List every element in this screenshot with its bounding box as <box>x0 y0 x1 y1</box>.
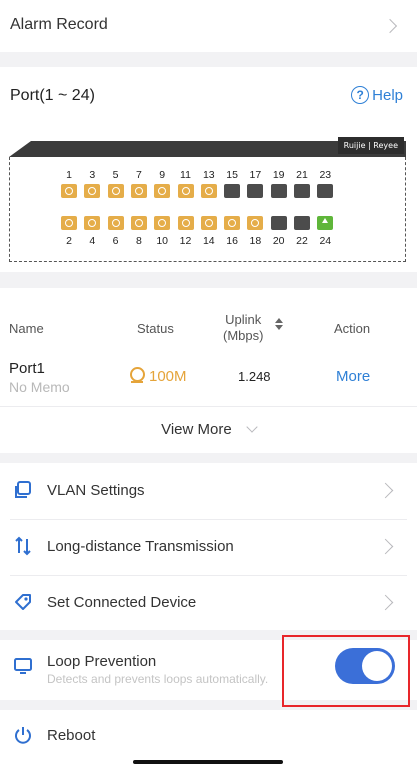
port-number-7: 7 <box>135 169 142 181</box>
port-icon-12[interactable] <box>177 216 194 230</box>
chevron-right-icon <box>377 594 394 611</box>
port-icon-17[interactable] <box>247 184 264 198</box>
alarm-record-row[interactable]: Alarm Record <box>0 0 417 52</box>
help-button[interactable]: ? Help <box>351 86 403 104</box>
port-number-11: 11 <box>180 169 191 181</box>
port-icon-23[interactable] <box>317 184 334 198</box>
port-icon-24[interactable] <box>317 216 334 230</box>
view-more-button[interactable]: View More <box>0 421 417 438</box>
reboot-row[interactable]: Reboot <box>0 710 417 764</box>
port-number-9: 9 <box>159 169 166 181</box>
link-status-icon <box>129 367 145 385</box>
chevron-right-icon <box>377 538 394 555</box>
row-status-label: 100M <box>149 367 187 385</box>
reboot-label: Reboot <box>47 727 96 744</box>
port-number-23: 23 <box>319 169 332 181</box>
help-label: Help <box>372 86 403 104</box>
port-icon-7[interactable] <box>130 184 147 198</box>
menu-label-long-distance: Long-distance Transmission <box>47 538 234 555</box>
row-status: 100M <box>129 367 187 385</box>
menu-item-vlan[interactable]: VLAN Settings <box>0 463 417 519</box>
port-icon-8[interactable] <box>130 216 147 230</box>
port-number-8: 8 <box>135 235 142 247</box>
view-more-label: View More <box>161 421 232 438</box>
port-number-3: 3 <box>89 169 96 181</box>
port-number-14: 14 <box>202 235 215 247</box>
port-number-12: 12 <box>179 235 192 247</box>
port-icon-14[interactable] <box>200 216 217 230</box>
brand-logo: Ruijie | Reyee <box>337 137 404 154</box>
transfer-arrows-icon <box>15 536 31 556</box>
header-uplink[interactable]: Uplink (Mbps) <box>223 312 263 344</box>
menu-item-connected-device[interactable]: Set Connected Device <box>0 575 417 631</box>
menu-item-long-distance[interactable]: Long-distance Transmission <box>0 519 417 575</box>
port-icon-10[interactable] <box>154 216 171 230</box>
power-icon <box>15 727 31 744</box>
highlight-box <box>282 635 410 707</box>
port-panel: Port(1 ~ 24) ? Help Ruijie | Reyee 13579… <box>0 67 417 272</box>
port-number-1: 1 <box>66 169 72 181</box>
chevron-right-icon <box>382 18 398 34</box>
loop-prevention-desc: Detects and prevents loops automatically… <box>47 672 269 686</box>
row-port-name: Port1 <box>9 360 45 377</box>
home-indicator <box>133 760 283 764</box>
header-status: Status <box>137 321 174 336</box>
alarm-record-label: Alarm Record <box>10 16 108 33</box>
tag-icon <box>15 594 31 610</box>
question-circle-icon: ? <box>351 86 370 104</box>
settings-menu: VLAN Settings Long-distance Transmission… <box>0 463 417 630</box>
port-number-15: 15 <box>226 169 238 181</box>
chevron-right-icon <box>377 482 394 499</box>
port-number-20: 20 <box>272 235 285 247</box>
row-more-link[interactable]: More <box>336 368 370 385</box>
row-port-memo: No Memo <box>9 379 70 395</box>
port-icon-2[interactable] <box>61 216 77 230</box>
port-icon-18[interactable] <box>247 216 264 230</box>
port-number-24: 24 <box>319 235 332 247</box>
row-uplink-value: 1.248 <box>238 369 271 384</box>
header-name: Name <box>9 321 44 336</box>
header-uplink-line1: Uplink <box>225 312 262 327</box>
port-number-19: 19 <box>272 169 285 181</box>
port-icon-4[interactable] <box>84 216 101 230</box>
chevron-down-icon <box>246 421 258 433</box>
port-number-21: 21 <box>296 169 308 181</box>
switch-diagram: Ruijie | Reyee 1 3 5 7 9 11 13 15 17 19 21 23 2 4 6 8 10… <box>9 137 406 262</box>
port-number-17: 17 <box>249 169 262 181</box>
port-icon-15[interactable] <box>224 184 241 198</box>
port-panel-title: Port(1 ~ 24) <box>10 87 95 104</box>
port-number-22: 22 <box>296 235 308 247</box>
menu-label-vlan: VLAN Settings <box>47 482 145 499</box>
divider <box>0 406 417 407</box>
port-icon-3[interactable] <box>84 184 101 198</box>
port-icon-21[interactable] <box>294 184 310 198</box>
menu-label-connected-device: Set Connected Device <box>47 594 197 611</box>
port-icon-11[interactable] <box>177 184 194 198</box>
port-icon-22[interactable] <box>294 216 310 230</box>
port-number-4: 4 <box>89 235 96 247</box>
port-icon-1[interactable] <box>61 184 77 198</box>
port-number-6: 6 <box>112 235 119 247</box>
port-icon-16[interactable] <box>224 216 241 230</box>
port-number-10: 10 <box>156 235 169 247</box>
port-number-2: 2 <box>66 235 72 247</box>
port-icon-13[interactable] <box>200 184 217 198</box>
port-icon-19[interactable] <box>270 184 287 198</box>
port-table: Name Status Uplink (Mbps) Action Port1 N… <box>0 288 417 453</box>
monitor-icon <box>14 658 32 674</box>
port-number-16: 16 <box>226 235 238 247</box>
vlan-icon <box>15 481 31 498</box>
port-number-18: 18 <box>249 235 262 247</box>
header-uplink-line2: (Mbps) <box>223 328 264 343</box>
header-action: Action <box>334 321 371 336</box>
port-icon-6[interactable] <box>107 216 124 230</box>
port-icon-9[interactable] <box>154 184 171 198</box>
port-icon-20[interactable] <box>270 216 287 230</box>
port-icon-5[interactable] <box>107 184 124 198</box>
port-number-13: 13 <box>202 169 215 181</box>
port-number-5: 5 <box>112 169 119 181</box>
sort-icon[interactable] <box>275 318 283 330</box>
loop-prevention-title: Loop Prevention <box>47 653 157 670</box>
